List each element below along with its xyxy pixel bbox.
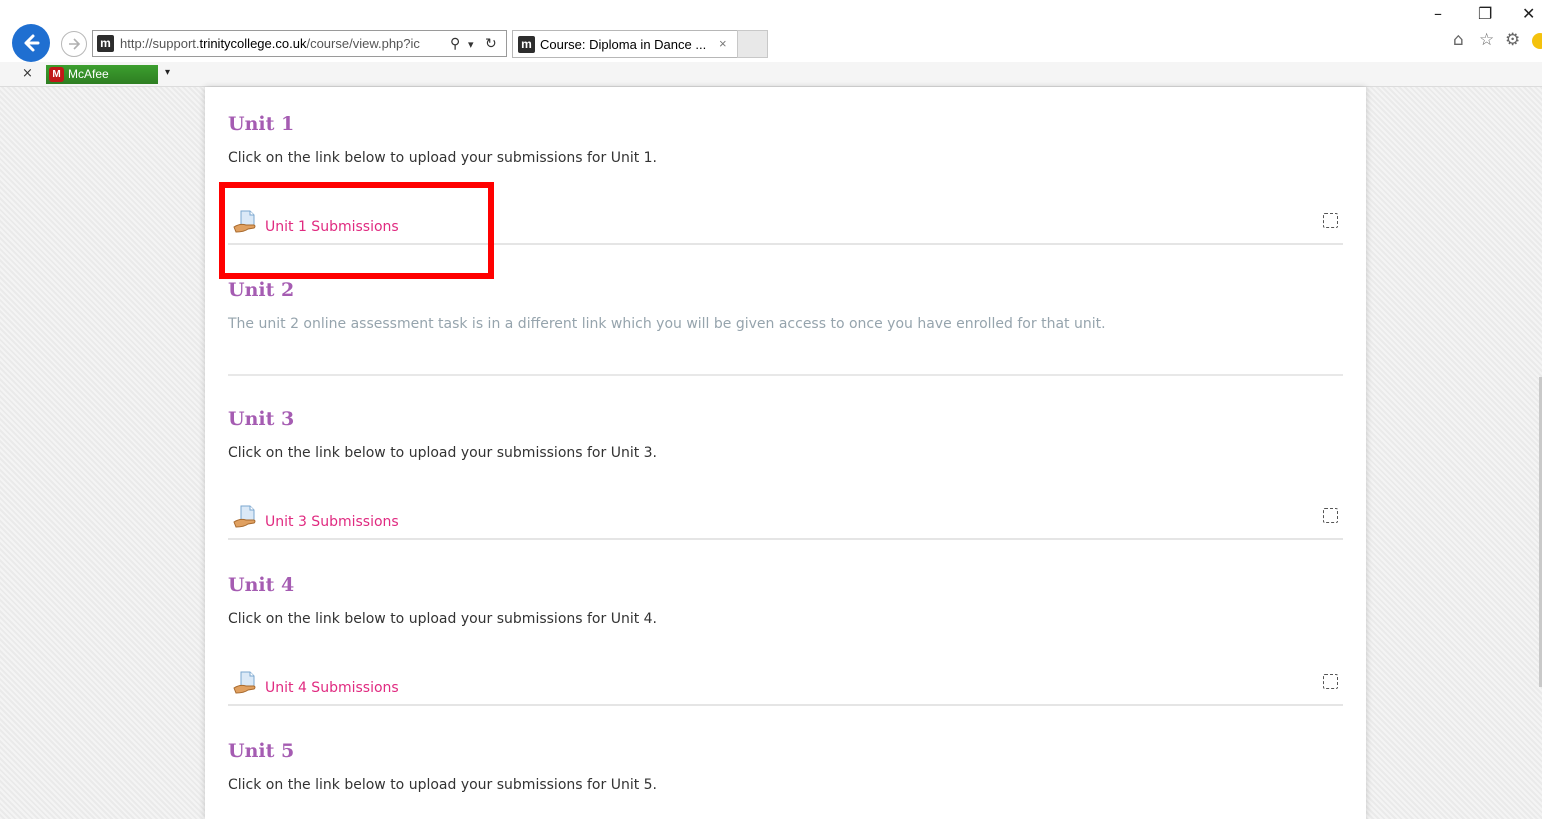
completion-checkbox[interactable]: [1323, 508, 1338, 523]
unit-4-submissions-link[interactable]: Unit 4 Submissions: [265, 680, 399, 696]
page-background: Unit 1 Click on the link below to upload…: [0, 87, 1542, 819]
activity-row: Unit 4 Submissions: [228, 670, 1343, 706]
forward-button[interactable]: [61, 31, 87, 57]
section-title: Unit 3: [228, 408, 295, 430]
refresh-icon[interactable]: ↻: [485, 35, 497, 52]
completion-checkbox[interactable]: [1323, 674, 1338, 689]
section-title: Unit 2: [228, 279, 295, 301]
favorites-star-icon[interactable]: ☆: [1479, 30, 1494, 50]
url-text[interactable]: http://support.trinitycollege.co.uk/cour…: [120, 36, 420, 51]
section-summary: Click on the link below to upload your s…: [228, 150, 658, 166]
favorites-bar: × M McAfee ▾: [0, 62, 1542, 87]
arrow-right-icon: [69, 38, 81, 50]
search-icon[interactable]: ⚲: [450, 35, 460, 52]
mcafee-label: McAfee: [68, 67, 109, 81]
unit-1-submissions-link[interactable]: Unit 1 Submissions: [265, 219, 399, 235]
site-favicon-icon: m: [518, 36, 535, 53]
assignment-icon: [233, 505, 256, 528]
mcafee-logo-icon: M: [49, 67, 64, 82]
gear-icon[interactable]: ⚙: [1505, 30, 1520, 50]
close-window-icon[interactable]: ✕: [1522, 4, 1535, 23]
chevron-down-icon[interactable]: ▾: [165, 67, 170, 78]
section-summary: Click on the link below to upload your s…: [228, 611, 658, 627]
assignment-icon: [233, 210, 256, 233]
chevron-down-icon[interactable]: ▾: [468, 38, 474, 51]
feedback-smiley-icon[interactable]: [1532, 33, 1542, 49]
back-button[interactable]: [12, 24, 50, 62]
arrow-left-icon: [24, 34, 40, 52]
new-tab-button[interactable]: [737, 30, 768, 58]
tab-course[interactable]: m Course: Diploma in Dance ... ×: [512, 30, 738, 58]
section-divider: [228, 374, 1343, 376]
restore-icon[interactable]: ❐: [1478, 4, 1492, 23]
section-title: Unit 4: [228, 574, 295, 596]
mcafee-button[interactable]: M McAfee: [46, 65, 158, 84]
close-toolbar-icon[interactable]: ×: [22, 66, 33, 81]
home-icon[interactable]: ⌂: [1453, 30, 1464, 50]
unit-3-submissions-link[interactable]: Unit 3 Submissions: [265, 514, 399, 530]
section-summary: Click on the link below to upload your s…: [228, 445, 658, 461]
section-title: Unit 5: [228, 740, 295, 762]
activity-row: Unit 1 Submissions: [228, 209, 1343, 245]
assignment-icon: [233, 671, 256, 694]
tab-title: Course: Diploma in Dance ...: [540, 37, 707, 52]
course-content: Unit 1 Click on the link below to upload…: [205, 87, 1366, 819]
section-summary: Click on the link below to upload your s…: [228, 777, 658, 793]
close-tab-icon[interactable]: ×: [719, 36, 727, 51]
section-summary: The unit 2 online assessment task is in …: [228, 316, 1106, 332]
section-title: Unit 1: [228, 113, 295, 135]
site-favicon-icon: m: [97, 35, 114, 52]
browser-chrome: m http://support.trinitycollege.co.uk/co…: [0, 0, 1542, 87]
activity-row: Unit 3 Submissions: [228, 504, 1343, 540]
completion-checkbox[interactable]: [1323, 213, 1338, 228]
address-bar[interactable]: m http://support.trinitycollege.co.uk/co…: [92, 30, 507, 57]
minimize-icon[interactable]: –: [1434, 4, 1442, 23]
